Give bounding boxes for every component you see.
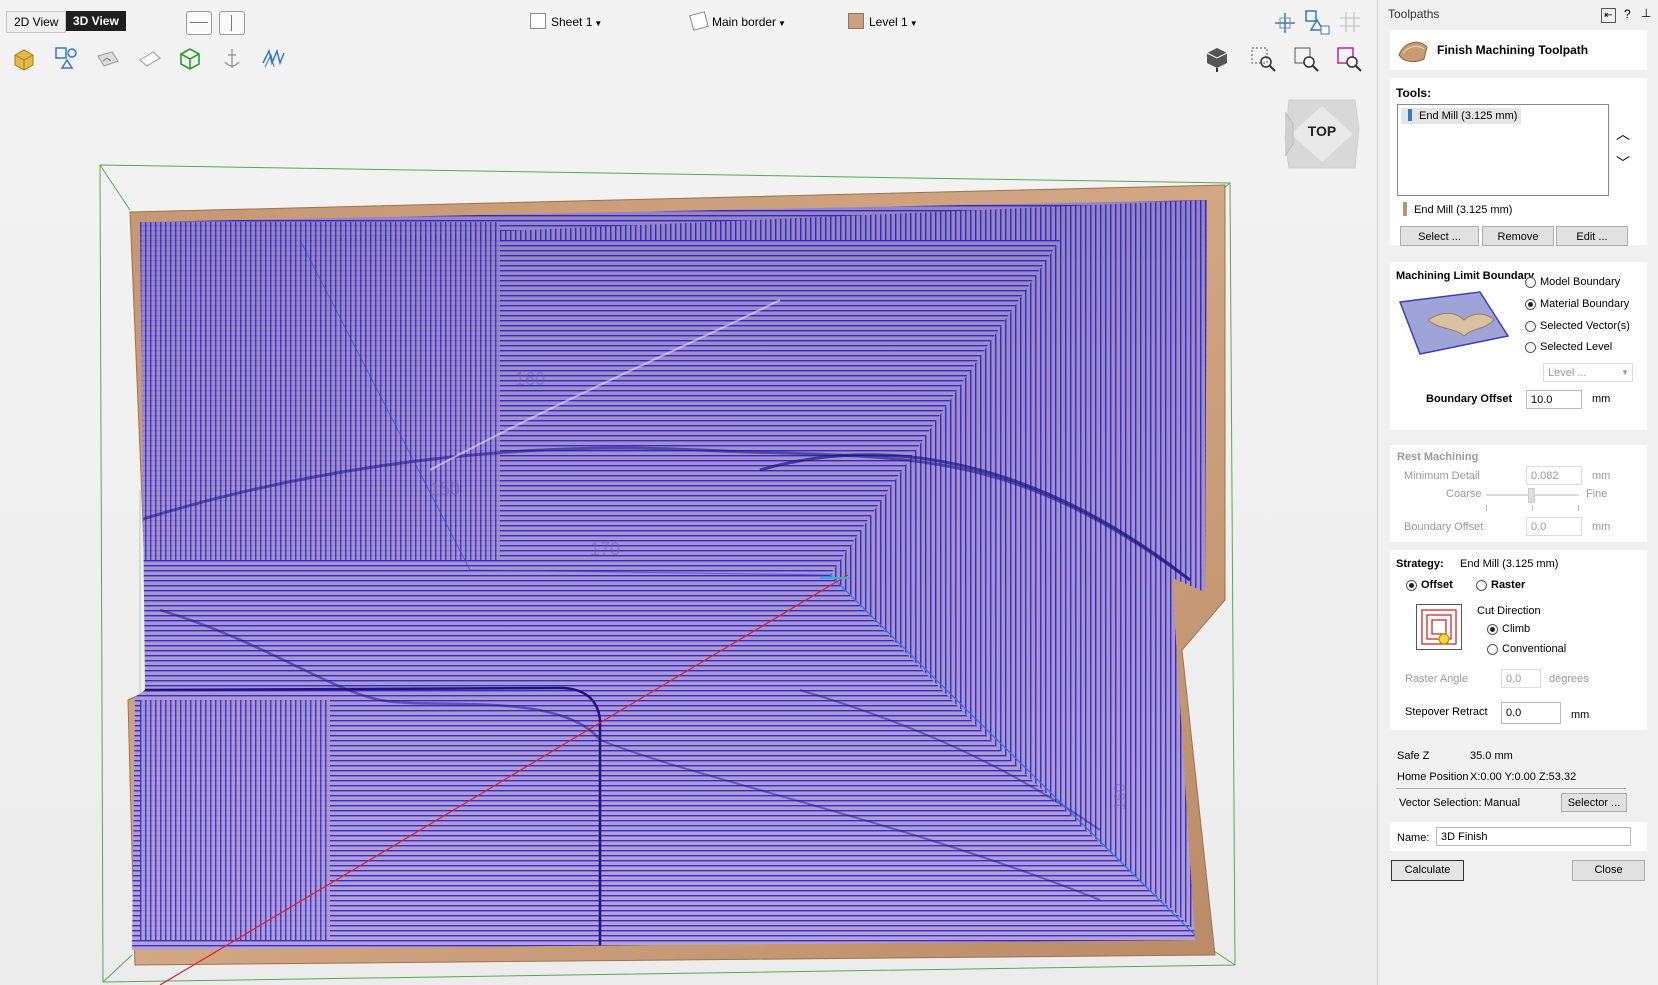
- finish-toolpath-icon: [1398, 41, 1428, 63]
- strategy-label: Strategy:: [1396, 558, 1444, 570]
- strategy-tool-label: End Mill (3.125 mm): [1460, 558, 1559, 570]
- selected-vectors-radio[interactable]: [1525, 321, 1536, 332]
- minimum-detail-input[interactable]: 0.082: [1526, 466, 1582, 485]
- stepover-retract-unit: mm: [1571, 709, 1590, 721]
- contour-label-2: 150: [430, 479, 460, 499]
- safe-z-value: 35.0 mm: [1470, 750, 1513, 762]
- material-boundary-radio[interactable]: [1525, 299, 1536, 310]
- strategy-section: Strategy: End Mill (3.125 mm) Offset Ras…: [1390, 550, 1647, 730]
- coarse-label: Coarse: [1446, 488, 1482, 500]
- help-icon[interactable]: ?: [1624, 7, 1631, 21]
- contour-label-1: 160: [515, 369, 545, 389]
- boundary-offset-label: Boundary Offset: [1426, 393, 1513, 405]
- calculate-button[interactable]: Calculate: [1391, 860, 1464, 881]
- tools-list[interactable]: End Mill (3.125 mm): [1397, 104, 1609, 196]
- vector-selection-row: Vector Selection: Manual Selector ...: [1390, 788, 1647, 818]
- toolpath-lines: [132, 200, 1207, 950]
- home-position-label: Home Position: [1397, 771, 1469, 783]
- boundary-offset-input[interactable]: 10.0: [1526, 390, 1582, 409]
- cut-direction-label: Cut Direction: [1477, 605, 1541, 617]
- home-position-value: X:0.00 Y:0.00 Z:53.32: [1470, 771, 1577, 783]
- vector-selection-value: Manual: [1484, 797, 1521, 809]
- boundary-title: Machining Limit Boundary: [1396, 270, 1535, 282]
- current-tool-label: End Mill (3.125 mm): [1414, 204, 1513, 216]
- minimum-detail-unit: mm: [1592, 470, 1611, 482]
- model-boundary-label: Model Boundary: [1540, 276, 1621, 288]
- selector-button[interactable]: Selector ...: [1561, 793, 1627, 812]
- offset-radio[interactable]: [1406, 580, 1417, 591]
- offset-label: Offset: [1421, 579, 1453, 591]
- raster-angle-label: Raster Angle: [1405, 673, 1468, 685]
- move-down-icon[interactable]: ﹀: [1616, 153, 1630, 173]
- remove-tool-button[interactable]: Remove: [1482, 226, 1554, 246]
- edit-tool-button[interactable]: Edit ...: [1556, 226, 1628, 246]
- raster-angle-unit: degrees: [1549, 673, 1589, 685]
- current-tool-icon: [1403, 202, 1407, 216]
- stepover-retract-input[interactable]: 0.0: [1501, 702, 1561, 724]
- name-label: Name:: [1397, 832, 1430, 844]
- rest-boundary-offset-unit: mm: [1592, 521, 1611, 533]
- name-input[interactable]: 3D Finish: [1436, 827, 1631, 846]
- model-boundary-radio[interactable]: [1525, 277, 1536, 288]
- material-boundary-label: Material Boundary: [1540, 298, 1630, 310]
- contour-label-3: 170: [590, 539, 620, 559]
- tools-label: Tools:: [1396, 86, 1432, 100]
- fine-label: Fine: [1586, 488, 1608, 500]
- selected-vectors-label: Selected Vector(s): [1540, 320, 1630, 332]
- collapse-panel-icon[interactable]: ⇤: [1601, 8, 1616, 23]
- move-up-icon[interactable]: ︿: [1616, 124, 1630, 144]
- pin-icon[interactable]: ⊥: [1641, 6, 1651, 20]
- boundary-offset-unit: mm: [1592, 393, 1611, 405]
- minimum-detail-label: Minimum Detail: [1404, 470, 1480, 482]
- rest-machining-title: Rest Machining: [1397, 451, 1479, 463]
- panel-title: Finish Machining Toolpath: [1437, 43, 1589, 57]
- model-render: 160 150 170 160: [99, 164, 1236, 985]
- offset-strategy-icon[interactable]: [1416, 604, 1462, 650]
- raster-label: Raster: [1491, 579, 1526, 591]
- rest-boundary-offset-label: Boundary Offset: [1404, 521, 1484, 533]
- conventional-label: Conventional: [1502, 643, 1567, 655]
- selected-level-label: Selected Level: [1540, 341, 1613, 353]
- panel-header-title: Toolpaths: [1388, 7, 1440, 21]
- conventional-radio[interactable]: [1487, 644, 1498, 655]
- level-select[interactable]: Level ... ▼: [1543, 363, 1633, 382]
- title-section: Finish Machining Toolpath: [1390, 30, 1647, 70]
- climb-label: Climb: [1502, 623, 1531, 635]
- boundary-preview-icon: [1398, 291, 1510, 355]
- name-section: Name: 3D Finish: [1390, 822, 1647, 851]
- end-mill-icon: [1408, 109, 1412, 121]
- contour-label-4: 160: [1112, 783, 1129, 810]
- climb-radio[interactable]: [1487, 624, 1498, 635]
- stepover-retract-label: Stepover Retract: [1405, 706, 1488, 718]
- tools-section: Tools: End Mill (3.125 mm) ︿ ﹀ End Mill …: [1390, 78, 1647, 246]
- raster-radio[interactable]: [1476, 580, 1487, 591]
- 3d-viewport[interactable]: 2D View 3D View Sheet 1 ▼ Main border ▼ Le…: [0, 0, 1377, 985]
- rest-boundary-offset-input[interactable]: 0.0: [1526, 517, 1582, 536]
- vector-selection-label: Vector Selection:: [1399, 797, 1482, 809]
- selected-level-radio[interactable]: [1525, 342, 1536, 353]
- tools-list-item[interactable]: End Mill (3.125 mm): [1401, 108, 1522, 124]
- raster-angle-input[interactable]: 0.0: [1501, 669, 1541, 688]
- safe-z-label: Safe Z: [1397, 750, 1430, 762]
- close-button[interactable]: Close: [1572, 860, 1645, 881]
- boundary-section: Machining Limit Boundary Model Boundary …: [1390, 262, 1647, 430]
- detail-slider-thumb[interactable]: [1527, 488, 1535, 503]
- select-tool-button[interactable]: Select ...: [1400, 226, 1479, 246]
- rest-machining-section: Rest Machining Minimum Detail 0.082 mm C…: [1390, 445, 1647, 542]
- toolpaths-panel: Toolpaths ⇤ ? ⊥ Finish Machining Toolpat…: [1377, 0, 1658, 985]
- slider-ticks: [1486, 505, 1579, 511]
